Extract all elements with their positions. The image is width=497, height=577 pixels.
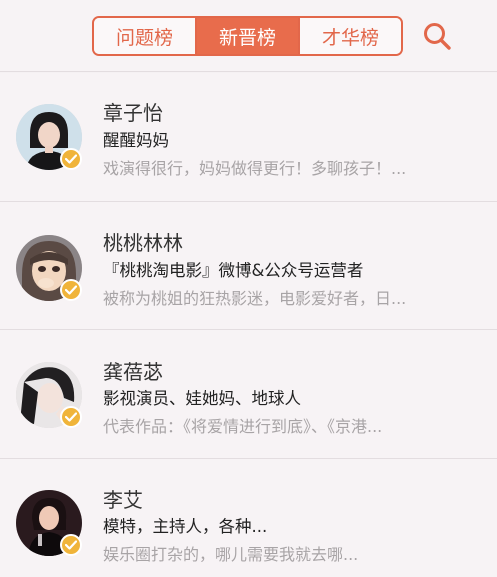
ranking-tabs: 问题榜 新晋榜 才华榜 (92, 16, 403, 56)
verified-badge-icon (60, 533, 82, 556)
user-title: 模特，主持人，各种... (103, 516, 268, 536)
search-icon (424, 23, 451, 50)
user-name[interactable]: 李艾 (103, 484, 143, 513)
user-title: 『桃桃淘电影』微博&公众号运营者 (103, 260, 364, 280)
avatar[interactable] (16, 104, 82, 170)
user-description: 代表作品：《将爱情进行到底》、《京港... (103, 417, 383, 436)
header-bar: 问题榜 新晋榜 才华榜 (0, 0, 497, 72)
tab-newcomers[interactable]: 新晋榜 (195, 18, 298, 54)
tab-questions[interactable]: 问题榜 (94, 18, 195, 54)
avatar[interactable] (16, 234, 82, 301)
tab-talent[interactable]: 才华榜 (298, 18, 401, 54)
user-description: 戏演得很行，妈妈做得更行！多聊孩子！... (103, 159, 407, 178)
user-name[interactable]: 章子怡 (103, 97, 163, 126)
list-item[interactable]: 李艾 模特，主持人，各种... 娱乐圈打杂的，哪儿需要我就去哪... (0, 458, 497, 577)
verified-badge-icon (60, 278, 82, 301)
user-title: 影视演员、娃她妈、地球人 (103, 389, 301, 408)
app-screen: 问题榜 新晋榜 才华榜 章子怡 醒醒妈妈 戏演得很行，妈妈做得更行！多聊孩子！.… (0, 0, 497, 577)
user-list: 章子怡 醒醒妈妈 戏演得很行，妈妈做得更行！多聊孩子！... 桃桃林林 『桃桃淘… (0, 73, 497, 577)
avatar[interactable] (16, 489, 82, 556)
list-item[interactable]: 桃桃林林 『桃桃淘电影』微博&公众号运营者 被称为桃姐的狂热影迷，电影爱好者，日… (0, 201, 497, 330)
user-name[interactable]: 龚蓓苾 (103, 356, 163, 385)
verified-badge-icon (60, 406, 82, 428)
avatar[interactable] (16, 362, 82, 428)
list-item[interactable]: 龚蓓苾 影视演员、娃她妈、地球人 代表作品：《将爱情进行到底》、《京港... (0, 330, 497, 459)
user-title: 醒醒妈妈 (103, 131, 169, 150)
user-name[interactable]: 桃桃林林 (103, 227, 183, 256)
search-button[interactable] (420, 19, 454, 53)
list-item[interactable]: 章子怡 醒醒妈妈 戏演得很行，妈妈做得更行！多聊孩子！... (0, 73, 497, 202)
verified-badge-icon (60, 148, 82, 170)
user-description: 娱乐圈打杂的，哪儿需要我就去哪... (103, 544, 359, 564)
user-description: 被称为桃姐的狂热影迷，电影爱好者，日... (103, 288, 407, 308)
